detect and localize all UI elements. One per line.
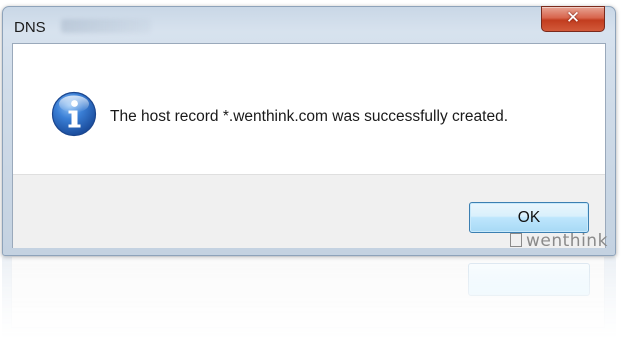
close-icon: ✕ [565,8,581,28]
watermark: wenthink [510,231,608,251]
message-area: The host record *.wenthink.com was succe… [13,44,605,174]
screenshot-stage: DNS ✕ The host record *.wenthink.com was… [0,0,623,339]
close-button[interactable]: ✕ [541,6,605,32]
reflection-client [11,256,605,328]
dialog-client-area: The host record *.wenthink.com was succe… [12,43,606,248]
title-bar[interactable]: DNS ✕ [3,6,615,43]
watermark-logo-icon [510,233,522,247]
ok-button[interactable]: OK [469,202,589,233]
title-bar-blur [61,19,151,33]
window-reflection [2,256,616,339]
information-icon [51,91,97,137]
reflection-frame [2,256,616,339]
dialog-title: DNS [14,19,46,36]
message-text: The host record *.wenthink.com was succe… [110,108,509,125]
dns-dialog-window: DNS ✕ The host record *.wenthink.com was… [2,6,616,256]
reflection-ok-button [468,263,590,296]
watermark-text: wenthink [526,231,608,251]
